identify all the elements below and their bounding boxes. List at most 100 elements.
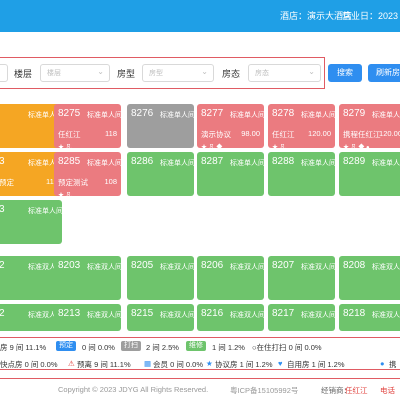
room-type: 标准双人间	[301, 312, 335, 319]
room-price: 108	[104, 177, 117, 186]
room-price: 98.00	[241, 129, 260, 138]
room-number: 8288	[272, 156, 295, 167]
room-number: 8275	[58, 108, 81, 119]
room-number: 8203	[58, 260, 81, 271]
room-card[interactable]: 8203 标准双人间	[54, 256, 121, 300]
room-number: 8278	[272, 108, 295, 119]
room-number: 8289	[343, 156, 366, 167]
room-price: 120.00	[379, 129, 400, 138]
room-type: 标准双人间	[87, 312, 121, 319]
guest-name: 预定测试	[58, 178, 88, 187]
room-card[interactable]: 8287 标准单人间	[197, 152, 264, 196]
room-number: 8208	[343, 260, 366, 271]
legend-self-use: 自用房 1 间 1.2%	[287, 360, 345, 369]
legend-repair: 1 间 1.2%	[212, 343, 245, 352]
room-card[interactable]: 8289 标准单人间	[339, 152, 400, 196]
floor-select[interactable]: 楼层 ⌄	[40, 64, 110, 82]
room-card[interactable]: 8206 标准双人间	[197, 256, 264, 300]
room-card[interactable]: 8286 标准单人间	[127, 152, 194, 196]
room-number: 8206	[201, 260, 224, 271]
ctrip-icon: ●	[380, 359, 385, 368]
room-state-placeholder: 房态	[255, 70, 269, 77]
room-card[interactable]: 8275 标准单人间 任红江 118 ★ 凡	[54, 104, 121, 148]
room-card[interactable]: 2 标准双人间	[0, 304, 62, 331]
search-button[interactable]: 搜索	[328, 64, 362, 82]
room-number: 8286	[131, 156, 154, 167]
room-card[interactable]: 8218 标准双人间	[339, 304, 400, 331]
legend-ctrip: 携	[389, 360, 397, 369]
room-number: 8215	[131, 308, 154, 319]
room-card[interactable]: 8279 标准单人间携程任红江120.00 ★ 凡 ◆ ●	[339, 104, 400, 148]
room-status-icons: ★ 凡 ◆ ●	[343, 145, 370, 148]
member-icon: ▦	[144, 359, 152, 368]
star-icon: ★	[206, 359, 213, 368]
icp-link[interactable]: 粤ICP备15105992号	[230, 385, 298, 396]
room-number: 8217	[272, 308, 295, 319]
room-type: 标准单人间	[230, 112, 264, 119]
legend-reserved: 0 间 0.0%	[82, 343, 115, 352]
room-number: 8218	[343, 308, 366, 319]
floor-prev-select[interactable]	[0, 64, 8, 82]
room-card[interactable]: 8216 标准双人间	[197, 304, 264, 331]
room-number: 8285	[58, 156, 81, 167]
checkout-icon: ⚠	[68, 359, 75, 368]
legend-hourly: 快点房 0 间 0.0%	[0, 360, 58, 369]
legend-cleaning: 2 间 2.5%	[146, 343, 179, 352]
room-number: 2	[0, 260, 5, 271]
legend-vacant: 房 9 间 11.1%	[0, 343, 47, 352]
guest-name: 任红江	[272, 130, 295, 139]
room-card[interactable]: 8288 标准单人间	[268, 152, 335, 196]
room-type: 标准单人间	[372, 112, 400, 119]
room-type: 标准单人间	[301, 160, 335, 167]
floor-placeholder: 楼层	[47, 70, 61, 77]
room-type: 标准单人间	[301, 112, 335, 119]
room-type-select[interactable]: 房型 ⌄	[142, 64, 214, 82]
room-card[interactable]: 8276 标准单人间	[127, 104, 194, 148]
room-card[interactable]: 8285 标准单人间 预定测试 108 ★ 凡	[54, 152, 121, 196]
chevron-down-icon: ⌄	[201, 67, 208, 76]
room-state-label: 房态	[222, 69, 241, 79]
legend-repair-tag: 维修	[186, 341, 206, 352]
room-number: 8207	[272, 260, 295, 271]
room-type: 标准双人间	[372, 264, 400, 271]
dealer-name: 任红江	[345, 386, 368, 395]
room-card[interactable]: 8207 标准双人间	[268, 256, 335, 300]
room-type: 标准双人间	[87, 264, 121, 271]
chevron-down-icon: ⌄	[97, 67, 104, 76]
room-type-label: 房型	[117, 69, 136, 79]
refresh-button[interactable]: 刷新房	[368, 64, 400, 82]
chevron-down-icon: ⌄	[308, 67, 315, 76]
room-number: 8205	[131, 260, 154, 271]
top-bar: 酒店：演示大酒店 营业日：2023	[0, 0, 400, 32]
room-card[interactable]: 8215 标准双人间	[127, 304, 194, 331]
room-number: 8216	[201, 308, 224, 319]
room-type: 标准双人间	[160, 312, 194, 319]
room-type: 标准双人间	[372, 312, 400, 319]
room-number: 8213	[58, 308, 81, 319]
room-type: 标准单人间	[160, 112, 194, 119]
room-card[interactable]: 8213 标准双人间	[54, 304, 121, 331]
room-card[interactable]: 8205 标准双人间	[127, 256, 194, 300]
room-number: 8276	[131, 108, 154, 119]
room-type: 标准双人间	[230, 264, 264, 271]
room-type: 标准双人间	[301, 264, 335, 271]
room-type: 标准双人间	[160, 264, 194, 271]
legend-agreement: 协议房 1 间 1.2%	[215, 360, 273, 369]
room-type: 标准单人间	[372, 160, 400, 167]
legend-cleaning-tag: 打扫	[121, 341, 141, 352]
room-card[interactable]: 8217 标准双人间	[268, 304, 335, 331]
room-card[interactable]: 8208 标准双人间	[339, 256, 400, 300]
room-type: 标准单人间	[28, 208, 62, 215]
room-type: 标准单人间	[160, 160, 194, 167]
room-state-select[interactable]: 房态 ⌄	[248, 64, 321, 82]
room-card[interactable]: 8277 标准单人间 演示协议 98.00 ★ 凡 ◆	[197, 104, 264, 148]
room-card[interactable]: 8278 标准单人间 任红江 120.00 ★ 凡	[268, 104, 335, 148]
room-price: 118	[105, 129, 117, 138]
room-price: 120.00	[308, 129, 331, 138]
room-card[interactable]: 2 标准双人间	[0, 256, 62, 300]
room-card[interactable]: 3 标准单人间 预定 118	[0, 152, 62, 196]
room-card[interactable]: 3 标准单人间	[0, 200, 62, 244]
room-card[interactable]: 标准单人间	[0, 104, 62, 148]
legend-occupied-cleaning: ○在住打扫 0 间 0.0%	[252, 343, 322, 352]
room-number: 8277	[201, 108, 224, 119]
